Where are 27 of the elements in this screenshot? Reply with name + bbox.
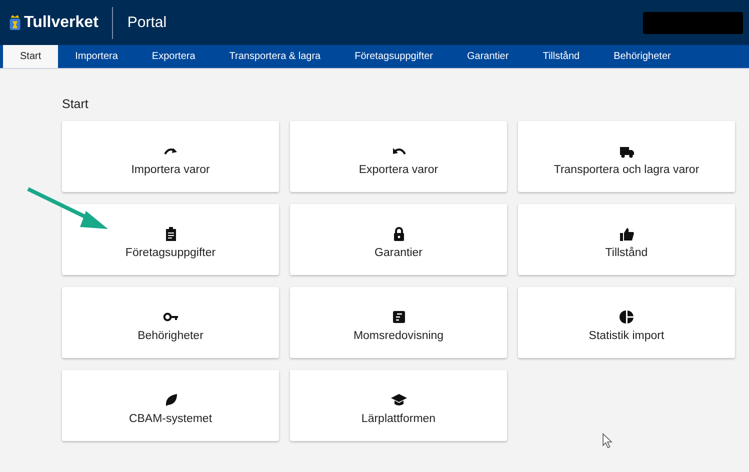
pie-icon	[618, 309, 634, 325]
tile-card[interactable]: Transportera och lagra varor	[518, 121, 735, 192]
tile-card[interactable]: Statistik import	[518, 287, 735, 358]
mouse-cursor-icon	[602, 433, 613, 449]
tile-card[interactable]: Garantier	[290, 204, 507, 275]
tile-card[interactable]: Exportera varor	[290, 121, 507, 192]
logo-text[interactable]: Tullverket	[24, 14, 98, 32]
tile-card[interactable]: Lärplattformen	[290, 370, 507, 441]
portal-title: Portal	[127, 14, 167, 31]
nav-tab[interactable]: Behörigheter	[596, 45, 688, 68]
nav-tab[interactable]: Tillstånd	[526, 45, 597, 68]
tile-card[interactable]: Företagsuppgifter	[62, 204, 279, 275]
nav-tab[interactable]: Garantier	[450, 45, 526, 68]
tile-card[interactable]: Importera varor	[62, 121, 279, 192]
tile-card[interactable]: Momsredovisning	[290, 287, 507, 358]
nav-tab[interactable]: Importera	[58, 45, 135, 68]
nav-tab[interactable]: Transportera & lagra	[212, 45, 338, 68]
tile-card[interactable]: Behörigheter	[62, 287, 279, 358]
thumb-icon	[618, 226, 634, 242]
nav-tab[interactable]: Exportera	[134, 45, 212, 68]
nav-tab[interactable]: Start	[3, 45, 58, 68]
nav-tab[interactable]: Företagsuppgifter	[338, 45, 450, 68]
section-heading: Start	[62, 97, 90, 111]
doc-icon	[390, 309, 406, 325]
tile-card[interactable]: Tillstånd	[518, 204, 735, 275]
cap-icon	[390, 392, 406, 408]
tile-card[interactable]: CBAM-systemet	[62, 370, 279, 441]
